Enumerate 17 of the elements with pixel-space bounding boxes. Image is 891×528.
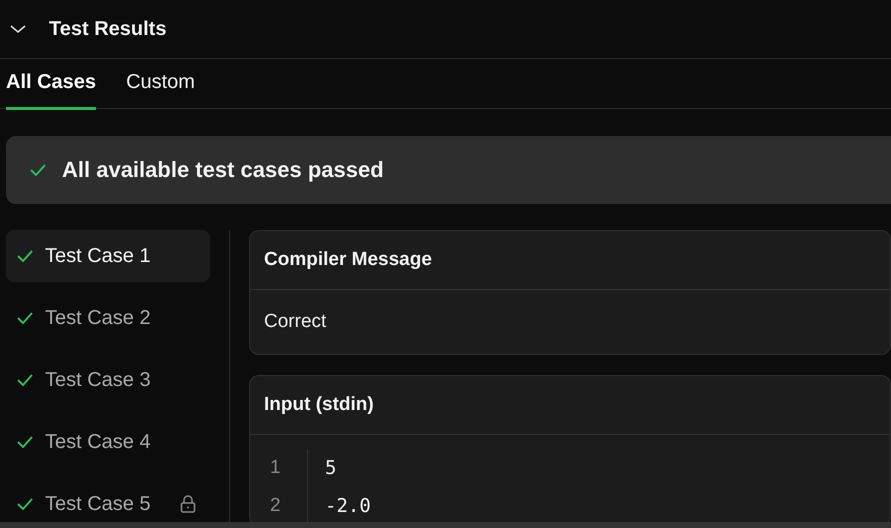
code-line: 5 (325, 456, 338, 481)
tab[interactable]: Custom (126, 59, 195, 110)
message-text: Correct (264, 311, 326, 333)
test-case-item[interactable]: Test Case 3 (6, 354, 210, 406)
test-case-item[interactable]: Test Case 5 (6, 478, 210, 522)
chevron-icon[interactable] (9, 24, 27, 34)
test-case-item[interactable]: Test Case 4 (6, 416, 210, 468)
banner-text: All available test cases passed (62, 157, 384, 183)
card-title: Input (stdin) (264, 394, 374, 416)
code-line: -2.0 (325, 494, 371, 519)
panel-title: Test Results (49, 18, 166, 40)
line-number: 1 (269, 456, 282, 480)
tab[interactable]: All Cases (6, 59, 96, 110)
test-case-item[interactable]: Test Case 2 (6, 292, 210, 344)
test-case-item[interactable]: Test Case 1 (6, 230, 210, 282)
card-title: Compiler Message (264, 249, 432, 271)
line-number: 2 (269, 494, 282, 518)
